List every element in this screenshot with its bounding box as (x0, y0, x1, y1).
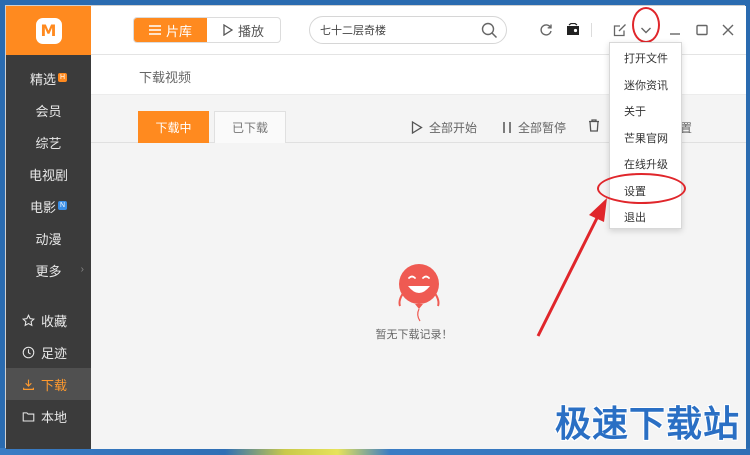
sidebar-item-label: 电视剧 (28, 167, 68, 183)
folder-icon (22, 411, 35, 421)
sidebar-item-local[interactable]: 本地 (6, 400, 91, 432)
close-icon[interactable] (720, 22, 736, 38)
menu-item-open-file[interactable]: 打开文件 (610, 45, 681, 72)
play-icon (223, 24, 233, 36)
desktop-background (0, 448, 750, 455)
minimize-icon[interactable] (667, 22, 683, 38)
sidebar-item-label: 更多 (35, 263, 62, 279)
hot-badge: H (58, 72, 67, 82)
sidebar-item-label: 综艺 (35, 135, 62, 151)
sidebar-item-variety[interactable]: 综艺 (6, 126, 91, 158)
new-badge: N (58, 200, 67, 210)
empty-state: 暂无下载记录！ (374, 262, 464, 341)
sidebar-item-label: 会员 (35, 103, 62, 119)
pause-all-label: 全部暂停 (518, 121, 567, 135)
edit-icon[interactable] (612, 22, 628, 38)
clock-icon (22, 346, 35, 358)
menu-item-official-site[interactable]: 芒果官网 (610, 125, 681, 152)
library-tab-label: 片库 (165, 23, 192, 39)
tab-downloaded[interactable]: 已下载 (214, 111, 286, 143)
download-icon (23, 379, 34, 390)
play-icon (411, 121, 423, 134)
sidebar-item-history[interactable]: 足迹 (6, 336, 91, 368)
app-logo[interactable]: M (6, 6, 91, 55)
sidebar-item-favorites[interactable]: 收藏 (6, 304, 91, 336)
sidebar-item-label: 收藏 (41, 313, 68, 329)
sidebar-item-label: 动漫 (35, 231, 62, 247)
menu-item-mini-news[interactable]: 迷你资讯 (610, 72, 681, 99)
divider (591, 23, 592, 37)
sidebar-nav: 精选 H 会员 综艺 电视剧 电影 N 动漫 更多 › (6, 62, 91, 286)
start-all-button[interactable]: 全部开始 (411, 119, 477, 136)
menu-item-about[interactable]: 关于 (610, 98, 681, 125)
sidebar-item-anime[interactable]: 动漫 (6, 222, 91, 254)
sidebar-item-label: 下载 (41, 377, 68, 393)
logo-icon: M (35, 17, 62, 44)
search-icon[interactable] (481, 22, 498, 39)
star-icon (22, 313, 35, 326)
sidebar: M 精选 H 会员 综艺 电视剧 电影 N 动漫 更多 › 收藏 足迹 下载 本… (6, 6, 91, 449)
pause-all-button[interactable]: 全部暂停 (502, 119, 566, 136)
highlight-circle-settings (597, 173, 686, 204)
trash-icon (589, 119, 599, 132)
menu-icon (148, 25, 161, 35)
chevron-right-icon: › (80, 264, 84, 275)
empty-message: 暂无下载记录！ (375, 329, 453, 341)
sidebar-item-label: 本地 (41, 409, 68, 425)
sidebar-item-movie[interactable]: 电影 N (6, 190, 91, 222)
vip-icon[interactable] (565, 22, 581, 38)
sidebar-item-download[interactable]: 下载 (6, 368, 91, 400)
sidebar-item-tv[interactable]: 电视剧 (6, 158, 91, 190)
sidebar-item-label: 电影 (29, 199, 56, 215)
menu-item-exit[interactable]: 退出 (610, 204, 681, 231)
view-switch: 片库 播放 (133, 17, 281, 43)
tab-downloading[interactable]: 下载中 (138, 111, 209, 143)
sidebar-item-label: 足迹 (41, 345, 68, 361)
balloon-mascot-icon (398, 264, 440, 322)
sidebar-item-label: 精选 (29, 71, 56, 87)
search-input[interactable] (320, 24, 480, 36)
highlight-circle-dropdown (632, 7, 660, 43)
refresh-icon[interactable] (538, 22, 554, 38)
maximize-icon[interactable] (694, 22, 710, 38)
sidebar-item-featured[interactable]: 精选 H (6, 62, 91, 94)
sidebar-item-vip[interactable]: 会员 (6, 94, 91, 126)
start-all-label: 全部开始 (429, 121, 478, 135)
page-title: 下载视频 (139, 70, 192, 85)
play-tab[interactable]: 播放 (207, 18, 280, 42)
delete-button[interactable] (588, 119, 600, 132)
pause-icon (503, 122, 511, 133)
watermark-text: 极速下载站 (555, 404, 741, 445)
sidebar-item-more[interactable]: 更多 › (6, 254, 91, 286)
search-box (309, 16, 507, 44)
play-tab-label: 播放 (237, 23, 264, 39)
library-tab[interactable]: 片库 (134, 18, 207, 42)
sidebar-bottom-nav: 收藏 足迹 下载 本地 (6, 304, 91, 432)
